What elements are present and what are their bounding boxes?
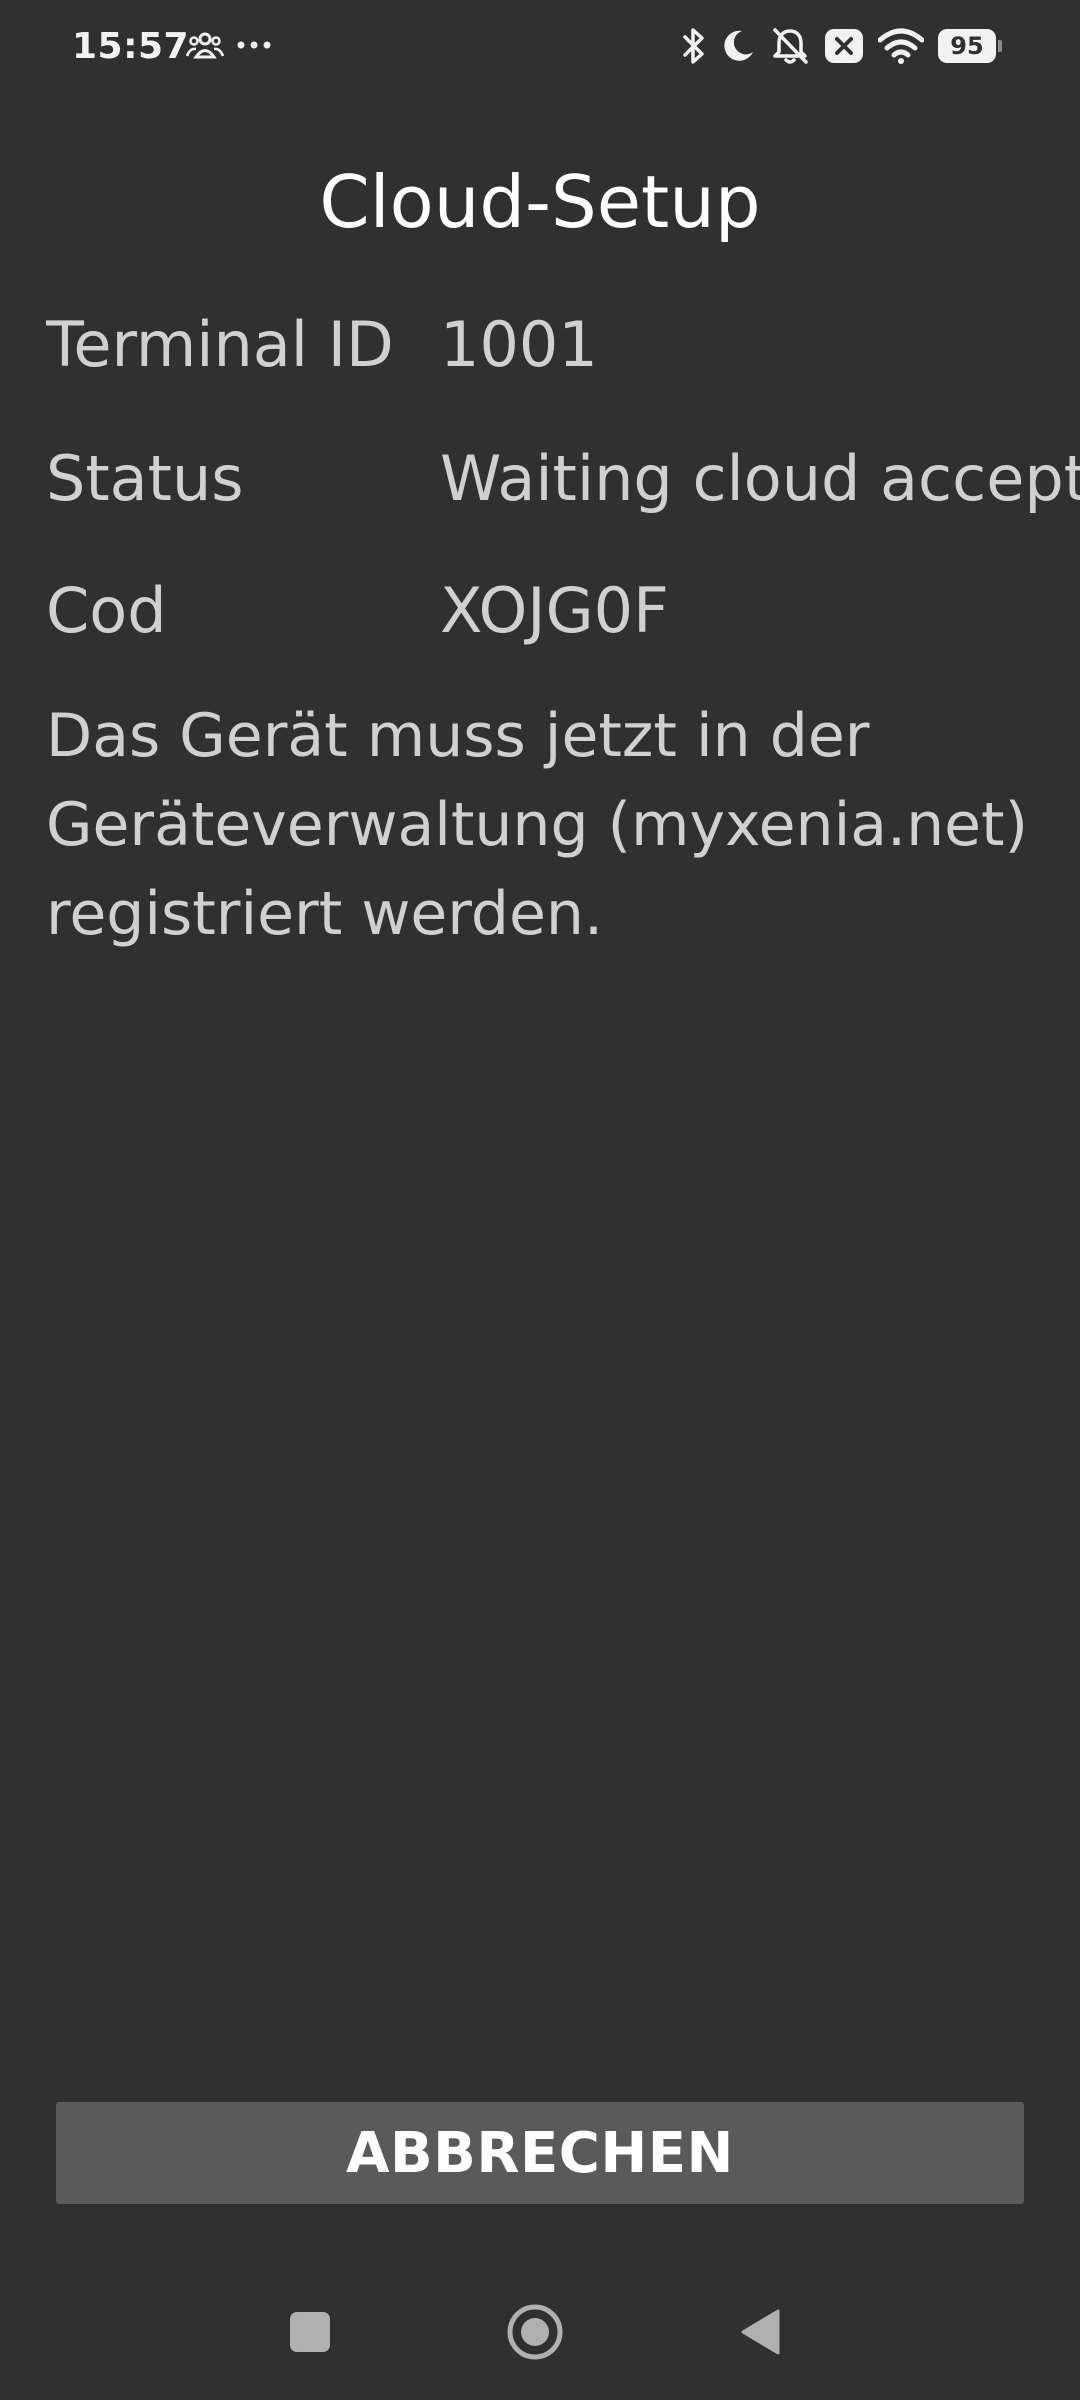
- status-value: Waiting cloud accept: [440, 442, 1080, 515]
- back-triangle-icon: [741, 2309, 780, 2355]
- terminal-id-row: Terminal ID 1001: [46, 308, 1080, 388]
- recents-square-icon: [290, 2312, 330, 2352]
- recents-button[interactable]: [280, 2302, 340, 2362]
- cod-row: Cod XOJG0F: [46, 574, 1080, 654]
- terminal-id-value: 1001: [440, 308, 598, 381]
- status-bar: 15:57 95: [0, 0, 1080, 96]
- bluetooth-icon: [682, 26, 706, 66]
- status-time: 15:57: [72, 26, 190, 67]
- navigation-bar: [0, 2280, 1080, 2380]
- terminal-id-label: Terminal ID: [46, 308, 394, 381]
- cloud-setup-screen: 15:57 95 Cloud-Setup Terminal ID 1001 St…: [0, 0, 1080, 2400]
- battery-level: 95: [938, 29, 996, 63]
- status-row: Status Waiting cloud accept: [46, 442, 1080, 522]
- status-label: Status: [46, 442, 244, 515]
- home-circle-icon: [507, 2304, 563, 2360]
- status-left-icons: [186, 30, 272, 60]
- registration-message: Das Gerät muss jetzt in der Geräteverwal…: [46, 701, 1028, 949]
- cancel-button[interactable]: ABBRECHEN: [56, 2102, 1024, 2204]
- close-box-icon: [824, 28, 864, 64]
- back-button[interactable]: [730, 2302, 790, 2362]
- status-right-icons: 95: [682, 26, 1002, 66]
- cod-value: XOJG0F: [440, 574, 669, 647]
- bell-off-icon: [770, 26, 810, 66]
- cod-label: Cod: [46, 574, 167, 647]
- wifi-icon: [878, 28, 924, 64]
- people-icon: [186, 30, 224, 60]
- home-button[interactable]: [505, 2302, 565, 2362]
- page-title: Cloud-Setup: [319, 160, 761, 244]
- battery-tip: [998, 40, 1002, 52]
- battery-icon: 95: [938, 29, 1002, 63]
- more-dots-icon: [236, 40, 272, 50]
- moon-icon: [720, 28, 756, 64]
